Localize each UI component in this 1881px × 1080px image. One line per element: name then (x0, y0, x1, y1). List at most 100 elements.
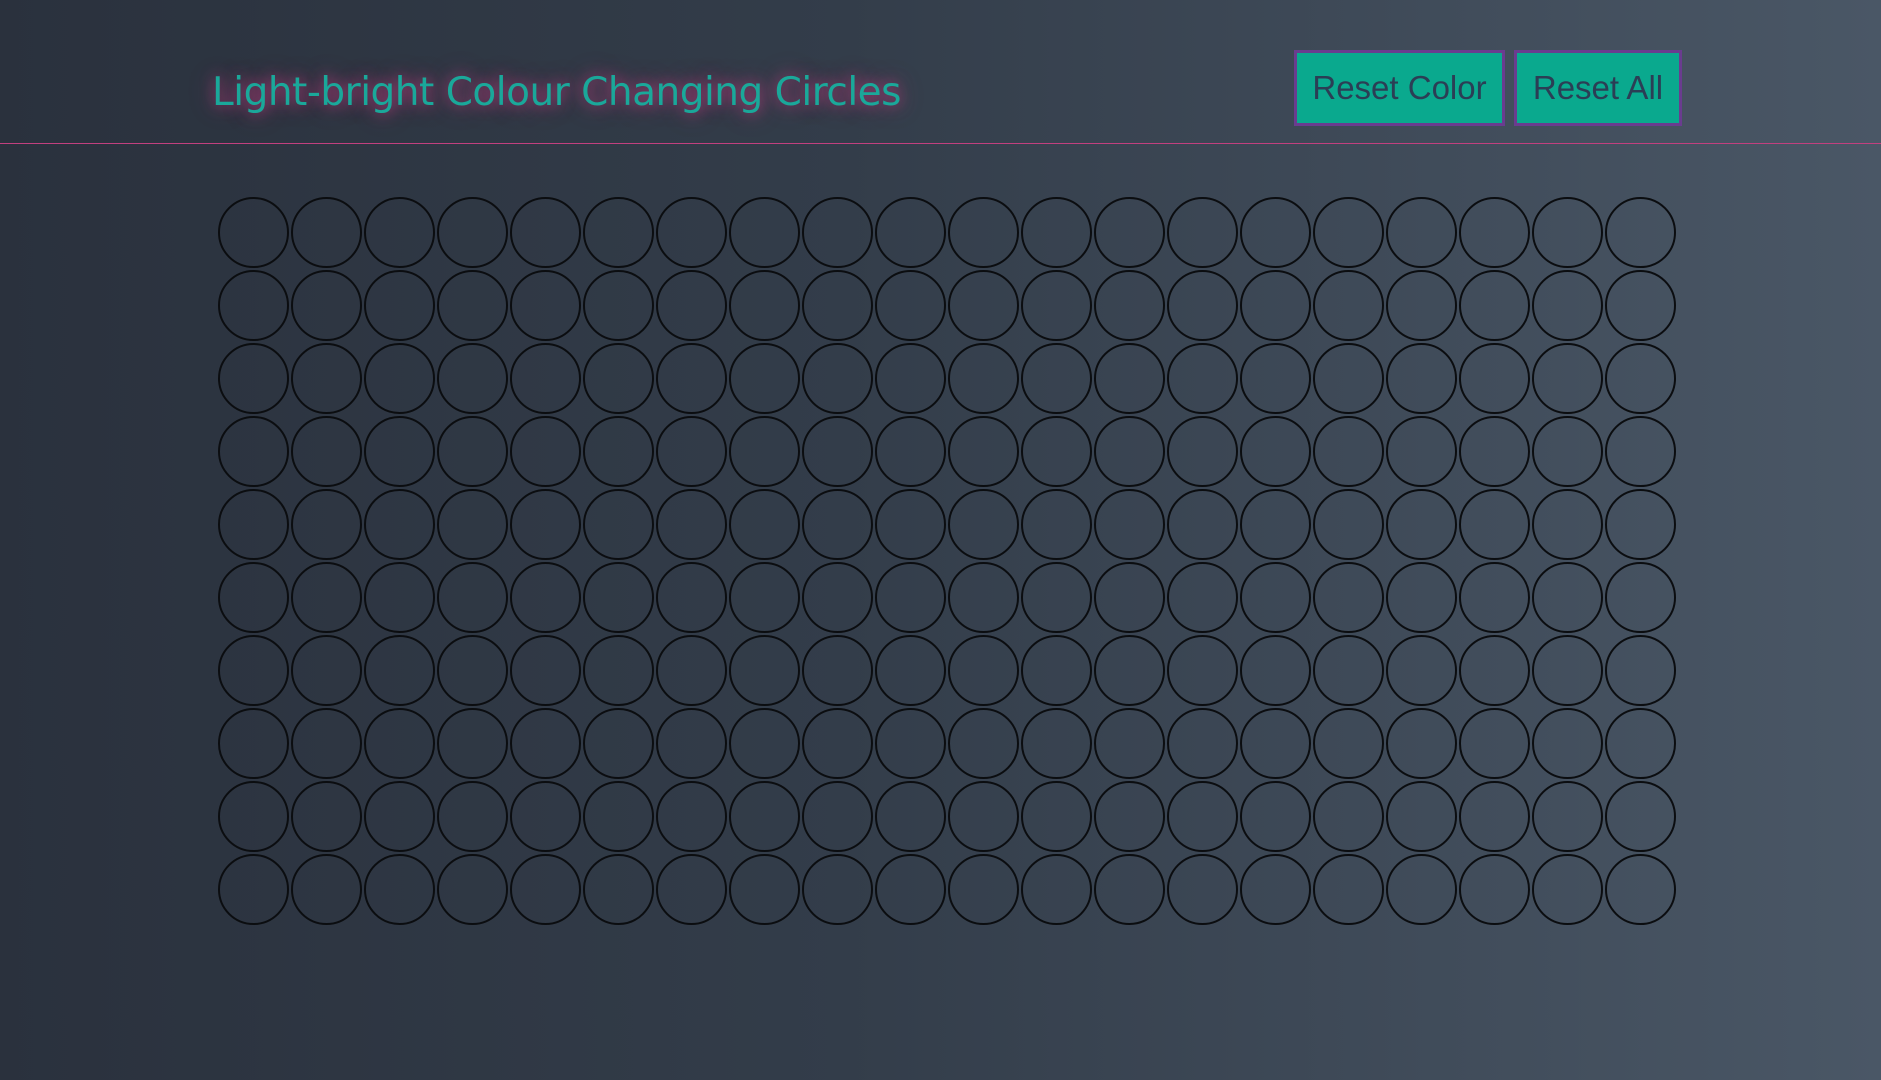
light-circle[interactable] (729, 416, 800, 487)
light-circle[interactable] (364, 416, 435, 487)
light-circle[interactable] (1167, 708, 1238, 779)
light-circle[interactable] (948, 489, 1019, 560)
light-circle[interactable] (802, 197, 873, 268)
light-circle[interactable] (364, 489, 435, 560)
light-circle[interactable] (1094, 781, 1165, 852)
light-circle[interactable] (802, 781, 873, 852)
light-circle[interactable] (1313, 197, 1384, 268)
light-circle[interactable] (729, 781, 800, 852)
light-circle[interactable] (656, 708, 727, 779)
light-circle[interactable] (729, 708, 800, 779)
light-circle[interactable] (1094, 708, 1165, 779)
light-circle[interactable] (1605, 562, 1676, 633)
light-circle[interactable] (1386, 708, 1457, 779)
light-circle[interactable] (1605, 416, 1676, 487)
light-circle[interactable] (364, 708, 435, 779)
reset-all-button[interactable]: Reset All (1514, 50, 1682, 126)
light-circle[interactable] (1240, 781, 1311, 852)
light-circle[interactable] (1313, 416, 1384, 487)
light-circle[interactable] (802, 270, 873, 341)
light-circle[interactable] (437, 635, 508, 706)
light-circle[interactable] (1240, 197, 1311, 268)
light-circle[interactable] (1605, 854, 1676, 925)
light-circle[interactable] (364, 854, 435, 925)
light-circle[interactable] (1094, 343, 1165, 414)
light-circle[interactable] (583, 854, 654, 925)
light-circle[interactable] (1313, 708, 1384, 779)
light-circle[interactable] (1459, 635, 1530, 706)
light-circle[interactable] (875, 562, 946, 633)
light-circle[interactable] (583, 781, 654, 852)
light-circle[interactable] (1386, 635, 1457, 706)
light-circle[interactable] (1094, 416, 1165, 487)
light-circle[interactable] (948, 708, 1019, 779)
light-circle[interactable] (1240, 489, 1311, 560)
light-circle[interactable] (510, 197, 581, 268)
light-circle[interactable] (875, 416, 946, 487)
light-circle[interactable] (948, 781, 1019, 852)
light-circle[interactable] (656, 781, 727, 852)
light-circle[interactable] (218, 854, 289, 925)
light-circle[interactable] (875, 781, 946, 852)
light-circle[interactable] (729, 562, 800, 633)
light-circle[interactable] (656, 270, 727, 341)
light-circle[interactable] (802, 416, 873, 487)
light-circle[interactable] (875, 854, 946, 925)
light-circle[interactable] (875, 635, 946, 706)
light-circle[interactable] (1240, 416, 1311, 487)
light-circle[interactable] (1094, 562, 1165, 633)
light-circle[interactable] (656, 197, 727, 268)
light-circle[interactable] (583, 708, 654, 779)
light-circle[interactable] (510, 708, 581, 779)
light-circle[interactable] (1167, 635, 1238, 706)
light-circle[interactable] (948, 343, 1019, 414)
light-circle[interactable] (437, 270, 508, 341)
light-circle[interactable] (802, 489, 873, 560)
light-circle[interactable] (1021, 854, 1092, 925)
light-circle[interactable] (510, 781, 581, 852)
light-circle[interactable] (437, 489, 508, 560)
light-circle[interactable] (729, 635, 800, 706)
light-circle[interactable] (1167, 197, 1238, 268)
light-circle[interactable] (656, 489, 727, 560)
light-circle[interactable] (1386, 781, 1457, 852)
light-circle[interactable] (1386, 270, 1457, 341)
light-circle[interactable] (583, 562, 654, 633)
light-circle[interactable] (1167, 781, 1238, 852)
light-circle[interactable] (1021, 635, 1092, 706)
light-circle[interactable] (364, 781, 435, 852)
light-circle[interactable] (1240, 635, 1311, 706)
light-circle[interactable] (802, 343, 873, 414)
light-circle[interactable] (218, 708, 289, 779)
light-circle[interactable] (1605, 489, 1676, 560)
light-circle[interactable] (1094, 270, 1165, 341)
light-circle[interactable] (1532, 416, 1603, 487)
light-circle[interactable] (1532, 343, 1603, 414)
light-circle[interactable] (948, 197, 1019, 268)
light-circle[interactable] (1313, 635, 1384, 706)
light-circle[interactable] (875, 489, 946, 560)
light-circle[interactable] (291, 562, 362, 633)
light-circle[interactable] (437, 343, 508, 414)
light-circle[interactable] (510, 635, 581, 706)
light-circle[interactable] (1094, 197, 1165, 268)
light-circle[interactable] (364, 197, 435, 268)
light-circle[interactable] (583, 343, 654, 414)
light-circle[interactable] (1094, 854, 1165, 925)
light-circle[interactable] (364, 562, 435, 633)
light-circle[interactable] (729, 854, 800, 925)
light-circle[interactable] (875, 343, 946, 414)
light-circle[interactable] (1459, 562, 1530, 633)
light-circle[interactable] (1167, 343, 1238, 414)
light-circle[interactable] (510, 270, 581, 341)
light-circle[interactable] (656, 562, 727, 633)
light-circle[interactable] (1459, 416, 1530, 487)
light-circle[interactable] (656, 635, 727, 706)
light-circle[interactable] (1240, 270, 1311, 341)
light-circle[interactable] (437, 781, 508, 852)
light-circle[interactable] (583, 270, 654, 341)
light-circle[interactable] (218, 781, 289, 852)
light-circle[interactable] (802, 562, 873, 633)
reset-color-button[interactable]: Reset Color (1294, 50, 1505, 126)
light-circle[interactable] (510, 416, 581, 487)
